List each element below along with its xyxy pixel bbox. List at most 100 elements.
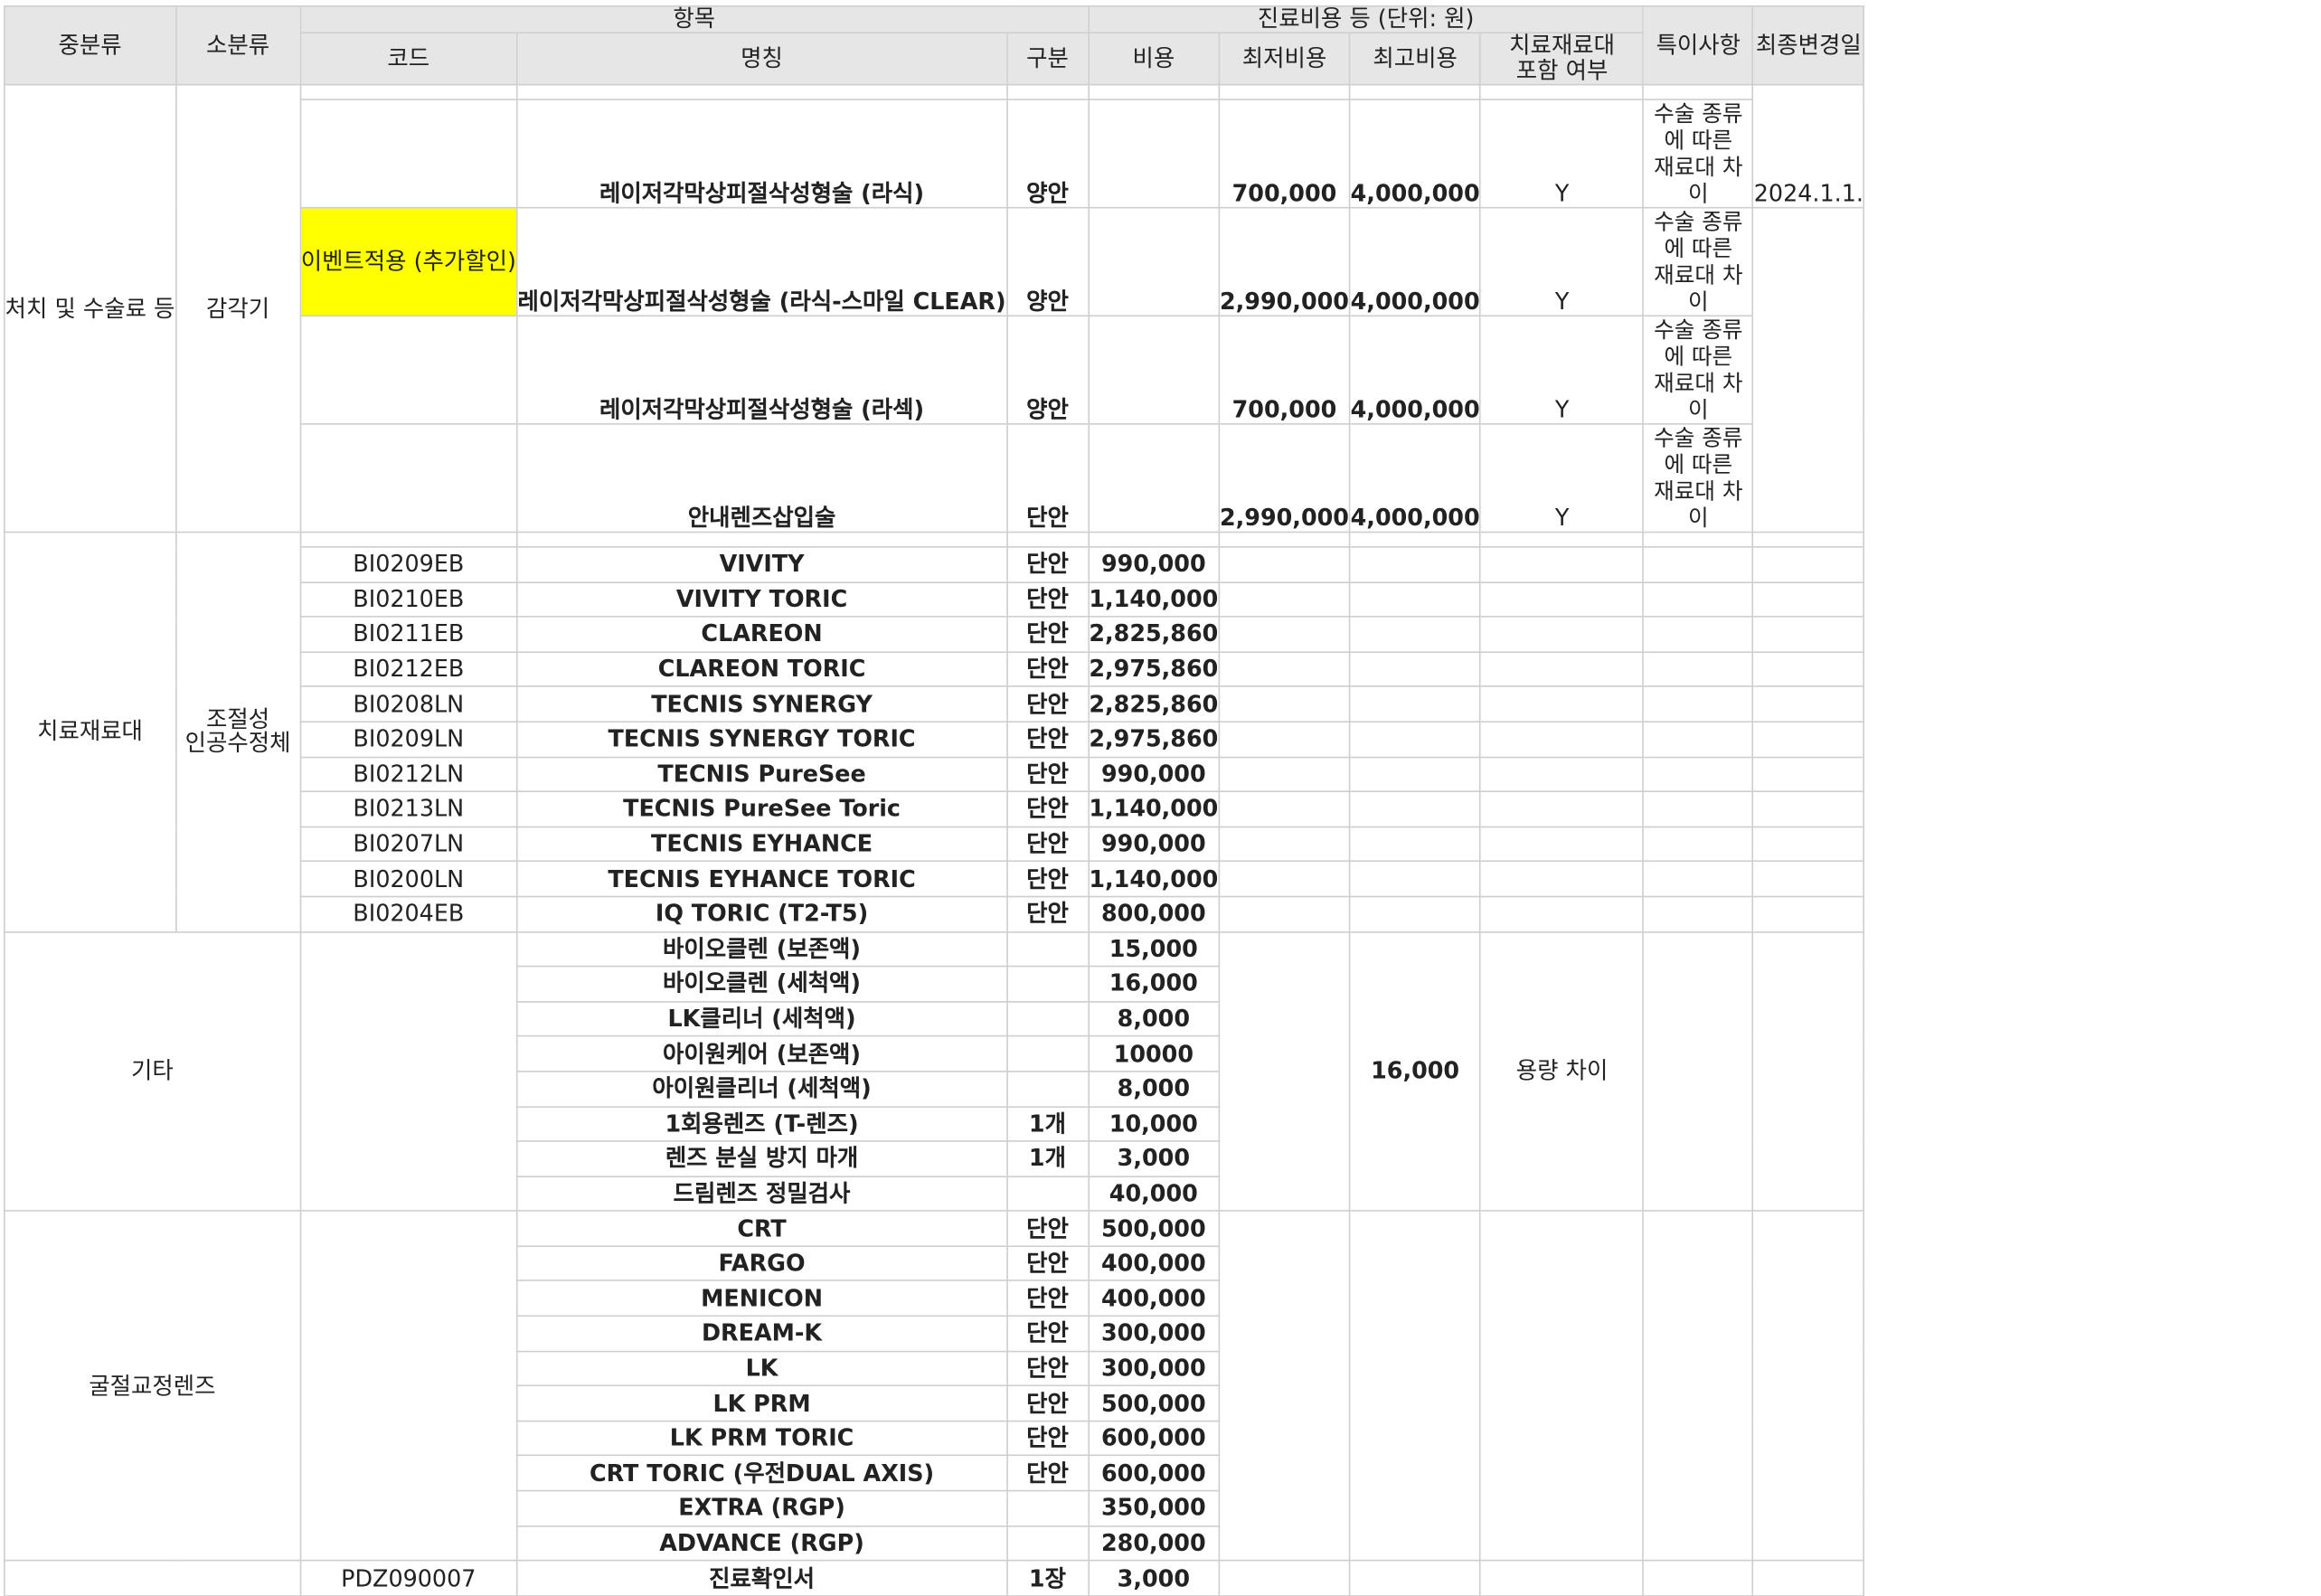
cost-cell: 600,000: [1087, 1420, 1220, 1457]
code-cell: BI0212LN: [299, 756, 518, 793]
division-cell: [1005, 1175, 1090, 1213]
division-cell: [1005, 1525, 1090, 1562]
division-cell: 단안: [1005, 860, 1090, 898]
cost-cell: 500,000: [1087, 1210, 1220, 1247]
cost-cell: 990,000: [1087, 756, 1220, 793]
division-cell: 단안: [1005, 1280, 1090, 1317]
cost-cell: 16,000: [1087, 965, 1220, 1003]
cost-cell: 2,975,860: [1087, 721, 1220, 758]
cost-cell: 10,000: [1087, 1105, 1220, 1142]
division-cell: [1005, 1489, 1090, 1527]
etc-code-empty: [299, 930, 518, 1213]
material-cell: Y: [1479, 99, 1645, 209]
code-cell: BI0210EB: [299, 581, 518, 618]
name-cell: ADVANCE (RGP): [515, 1525, 1008, 1562]
division-cell: 양안: [1005, 315, 1090, 425]
remark-line2: 재료대 차이: [1654, 261, 1743, 316]
division-cell: [1005, 1000, 1090, 1037]
materials-sub-line1: 조절성: [206, 706, 270, 733]
division-cell: [1005, 930, 1090, 968]
material-cell: Y: [1479, 423, 1645, 534]
header-material-included: 치료재료대 포함 여부: [1479, 32, 1645, 86]
name-cell: 레이저각막상피절삭성형술 (라섹): [515, 315, 1008, 425]
table-row: 굴절교정렌즈 CRT 단안 500,000: [4, 1210, 1865, 1562]
etc-material-note: 용량 차이: [1479, 930, 1645, 1213]
name-cell: CRT TORIC (우전DUAL AXIS): [515, 1455, 1008, 1492]
header-code: 코드: [299, 32, 518, 86]
division-cell: 양안: [1005, 99, 1090, 209]
cost-cell: 1,140,000: [1087, 581, 1220, 618]
name-cell: TECNIS SYNERGY TORIC: [515, 721, 1008, 758]
materials-sub-category: 조절성 인공수정체: [175, 531, 301, 932]
header-sub-category: 소분류: [175, 5, 301, 86]
division-cell: 단안: [1005, 685, 1090, 722]
cost-cell: 2,825,860: [1087, 616, 1220, 653]
code-cell: BI0211EB: [299, 616, 518, 653]
remark-line1: 수술 종류에 따른: [1654, 316, 1743, 371]
code-cell: [299, 315, 518, 425]
division-cell: 단안: [1005, 1315, 1090, 1352]
name-cell: DREAM-K: [515, 1315, 1008, 1352]
etc-remark-empty: [1642, 930, 1754, 1213]
cost-cell: 1,140,000: [1087, 860, 1220, 898]
remark-line2: 재료대 차이: [1654, 370, 1743, 424]
name-cell: VIVITY TORIC: [515, 581, 1008, 618]
cost-cell: 300,000: [1087, 1315, 1220, 1352]
material-cell: Y: [1479, 206, 1645, 317]
min-cost-cell: 2,990,000: [1218, 206, 1351, 317]
name-cell: LK PRM TORIC: [515, 1420, 1008, 1457]
cost-cell: 300,000: [1087, 1350, 1220, 1387]
ortho-category: 굴절교정렌즈: [4, 1210, 301, 1562]
code-cell: BI0204EB: [299, 895, 518, 932]
division-cell: [1005, 1070, 1090, 1108]
max-cost-cell: 4,000,000: [1348, 423, 1482, 534]
cost-cell: 8,000: [1087, 1000, 1220, 1037]
cost-cell: 1,140,000: [1087, 790, 1220, 827]
remark-cell: 수술 종류에 따른 재료대 차이: [1642, 423, 1754, 534]
cost-cell: [1087, 206, 1220, 317]
header-item-group: 항목: [299, 5, 1090, 34]
division-cell: [1005, 1035, 1090, 1072]
name-cell: VIVITY: [515, 546, 1008, 583]
name-cell: LK: [515, 1350, 1008, 1387]
division-cell: 단안: [1005, 1210, 1090, 1247]
name-cell: CLAREON: [515, 616, 1008, 653]
division-cell: 단안: [1005, 895, 1090, 932]
name-cell: IQ TORIC (T2-T5): [515, 895, 1008, 932]
ortho-remark-empty: [1642, 1210, 1754, 1562]
cost-cell: [1087, 315, 1220, 425]
name-cell: 드림렌즈 정밀검사: [515, 1175, 1008, 1213]
name-cell: 바이오클렌 (보존액): [515, 930, 1008, 968]
ortho-material-empty: [1479, 1210, 1645, 1562]
remark-line1: 수술 종류에 따른: [1654, 99, 1743, 154]
surgery-spacer-row: 처치 및 수술료 등 감각기 2024.1.1.: [4, 83, 1865, 534]
code-cell: BI0213LN: [299, 790, 518, 827]
code-cell: [299, 99, 518, 209]
cost-cell: 2,825,860: [1087, 685, 1220, 722]
remark-cell: 수술 종류에 따른 재료대 차이: [1642, 315, 1754, 425]
name-cell: 레이저각막상피절삭성형술 (라식): [515, 99, 1008, 209]
cost-cell: [1087, 99, 1220, 209]
name-cell: 레이저각막상피절삭성형술 (라식-스마일 CLEAR): [515, 206, 1008, 317]
etc-max-cost: 16,000: [1348, 930, 1482, 1213]
name-cell: 안내렌즈삽입술: [515, 423, 1008, 534]
cost-cell: 600,000: [1087, 1455, 1220, 1492]
code-cell: PDZ090007: [299, 1560, 518, 1596]
table-row: 기타 바이오클렌 (보존액) 15,000 16,000 용량 차이: [4, 930, 1865, 1213]
header-division: 구분: [1005, 32, 1090, 86]
max-cost-cell: 4,000,000: [1348, 99, 1482, 209]
remark-line2: 재료대 차이: [1654, 153, 1743, 207]
event-discount-badge: 이벤트적용 (추가할인): [299, 206, 518, 317]
name-cell: EXTRA (RGP): [515, 1489, 1008, 1527]
remark-line1: 수술 종류에 따른: [1654, 424, 1743, 478]
header-last-changed: 최종변경일: [1752, 5, 1865, 86]
materials-sub-line2: 인공수정체: [184, 730, 291, 758]
division-cell: 1장: [1005, 1560, 1090, 1596]
name-cell: TECNIS EYHANCE: [515, 826, 1008, 863]
name-cell: LK PRM: [515, 1384, 1008, 1422]
header-material-line2: 포함 여부: [1515, 57, 1609, 84]
certificate-category-empty: [4, 1560, 301, 1596]
surgery-mid-category: 처치 및 수술료 등: [4, 83, 177, 534]
cost-cell: 2,975,860: [1087, 651, 1220, 688]
cost-cell: 3,000: [1087, 1140, 1220, 1177]
